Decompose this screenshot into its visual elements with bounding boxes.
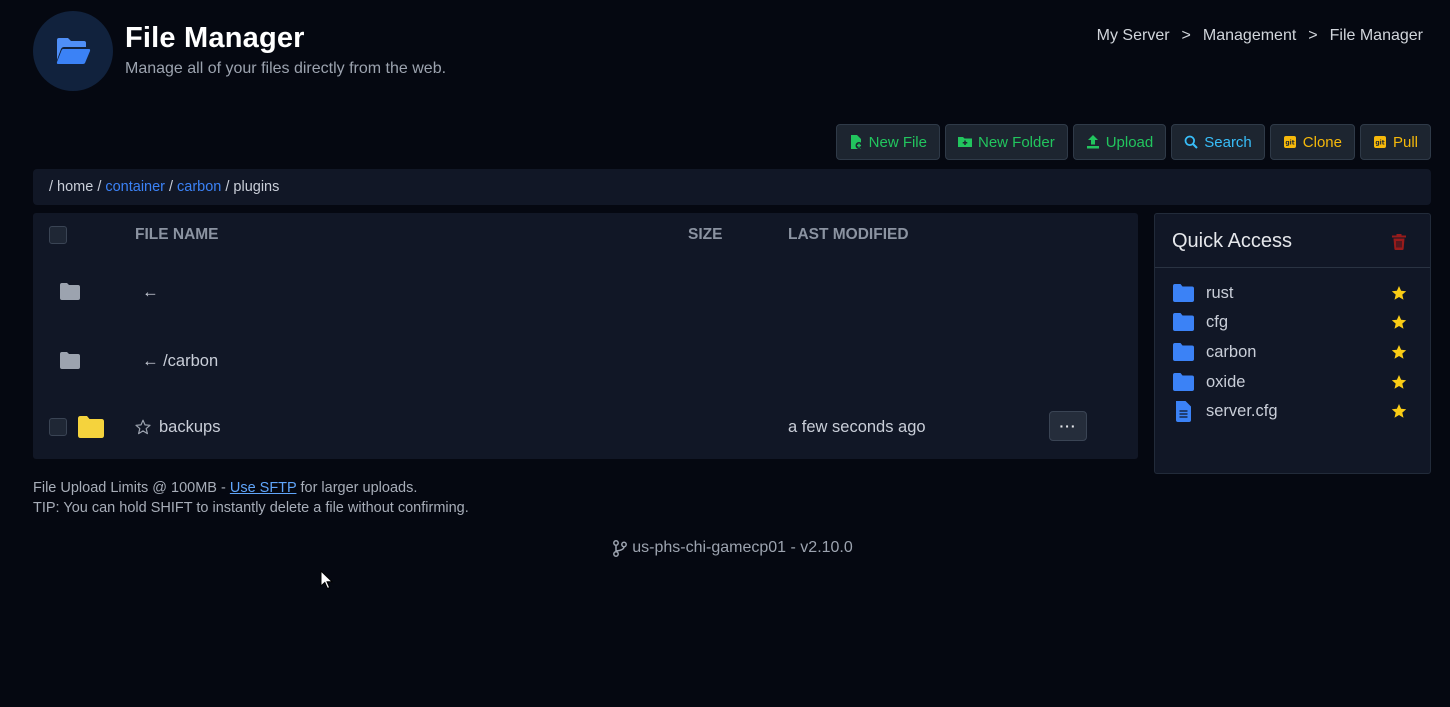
quick-access-item-oxide[interactable]: oxide — [1173, 370, 1413, 394]
folder-open-icon — [56, 38, 91, 64]
page-subtitle: Manage all of your files directly from t… — [125, 60, 447, 77]
path-separator: / — [225, 179, 230, 195]
path-plugins: plugins — [233, 179, 280, 195]
upload-icon — [1086, 135, 1099, 149]
shift-tip: TIP: You can hold SHIFT to instantly del… — [33, 500, 469, 516]
quick-access-item-carbon[interactable]: carbon — [1173, 340, 1413, 364]
header-icon — [33, 11, 113, 91]
new-file-label: New File — [868, 133, 927, 151]
quick-access-label: cfg — [1206, 312, 1229, 331]
star-icon[interactable] — [1391, 285, 1407, 301]
footer: us-phs-chi-gamecp01 - v2.10.0 — [0, 539, 1450, 557]
quick-access-item-cfg[interactable]: cfg — [1173, 310, 1413, 334]
upload-button[interactable]: Upload — [1072, 124, 1167, 160]
table-header: FILE NAME SIZE LAST MODIFIED — [33, 213, 1138, 257]
header-last-modified[interactable]: LAST MODIFIED — [788, 226, 909, 244]
quick-access-label: carbon — [1206, 342, 1257, 361]
git-icon: git — [1373, 136, 1386, 148]
path-separator: / — [169, 179, 174, 195]
header-file-name[interactable]: FILE NAME — [135, 226, 219, 244]
breadcrumb-file-manager: File Manager — [1329, 27, 1423, 44]
quick-access-item-rust[interactable]: rust — [1173, 281, 1413, 305]
code-branch-icon — [613, 539, 628, 557]
path-root: / — [49, 179, 54, 195]
upload-notes: File Upload Limits @ 100MB - Use SFTP fo… — [33, 478, 469, 518]
table-row-backups[interactable]: backups a few seconds ago ··· — [33, 394, 1138, 460]
file-icon — [1176, 400, 1191, 422]
page-title: File Manager — [125, 22, 305, 54]
upload-limit-suffix: for larger uploads. — [296, 480, 418, 496]
folder-icon — [78, 416, 104, 438]
clone-button[interactable]: git Clone — [1269, 124, 1355, 160]
upload-label: Upload — [1105, 133, 1154, 151]
trash-icon[interactable] — [1392, 234, 1406, 250]
path-container-link[interactable]: container — [105, 179, 165, 195]
star-outline-icon[interactable] — [135, 419, 151, 435]
folder-icon — [1173, 313, 1194, 331]
star-icon[interactable] — [1391, 344, 1407, 360]
svg-text:git: git — [1285, 140, 1294, 147]
clone-label: Clone — [1302, 133, 1342, 151]
file-plus-icon — [850, 135, 863, 149]
svg-text:git: git — [1375, 140, 1384, 147]
breadcrumb: My Server > Management > File Manager — [1097, 27, 1423, 45]
quick-access-label: oxide — [1206, 372, 1246, 391]
quick-access-item-server-cfg[interactable]: server.cfg — [1173, 399, 1413, 423]
path-separator: / — [97, 179, 102, 195]
row-checkbox[interactable] — [49, 418, 67, 436]
breadcrumb-my-server[interactable]: My Server — [1097, 27, 1170, 45]
search-icon — [1184, 135, 1198, 149]
star-icon[interactable] — [1391, 403, 1407, 419]
path-carbon-link[interactable]: carbon — [177, 179, 221, 195]
folder-plus-icon — [958, 137, 972, 147]
header-size[interactable]: SIZE — [688, 226, 722, 244]
table-row-parent-carbon[interactable]: ← /carbon — [33, 328, 1138, 394]
breadcrumb-separator: > — [1181, 27, 1191, 44]
breadcrumb-management[interactable]: Management — [1203, 27, 1296, 45]
new-folder-label: New Folder — [978, 133, 1055, 151]
toolbar: New File New Folder Upload Search git Cl… — [835, 124, 1431, 160]
folder-icon — [60, 352, 80, 369]
mouse-cursor-icon — [320, 570, 333, 590]
new-file-button[interactable]: New File — [835, 124, 940, 160]
star-icon[interactable] — [1391, 314, 1407, 330]
upload-limit-note: File Upload Limits @ 100MB - Use SFTP fo… — [33, 478, 469, 498]
divider — [1155, 267, 1430, 268]
more-icon: ··· — [1059, 418, 1077, 434]
path-breadcrumb: / home / container / carbon / plugins — [33, 169, 1431, 205]
table-row-parent[interactable]: ← — [33, 259, 1138, 325]
folder-icon — [1173, 284, 1194, 302]
sftp-link[interactable]: Use SFTP — [230, 480, 297, 496]
path-home: home — [57, 179, 94, 195]
quick-access-panel: Quick Access rust cfg carbon oxide serve… — [1154, 213, 1431, 474]
breadcrumb-separator: > — [1308, 27, 1318, 44]
folder-icon — [60, 283, 80, 300]
select-all-checkbox[interactable] — [49, 226, 67, 244]
pull-button[interactable]: git Pull — [1359, 124, 1431, 160]
folder-icon — [1173, 343, 1194, 361]
file-table: FILE NAME SIZE LAST MODIFIED ← ← /carbon… — [33, 213, 1138, 459]
row-modified: a few seconds ago — [788, 418, 926, 436]
row-name: ← /carbon — [142, 352, 219, 370]
folder-icon — [1173, 373, 1194, 391]
search-label: Search — [1204, 133, 1252, 151]
row-name[interactable]: backups — [159, 418, 220, 437]
new-folder-button[interactable]: New Folder — [945, 124, 1068, 160]
node-version: us-phs-chi-gamecp01 - v2.10.0 — [632, 539, 853, 556]
upload-limit-text: File Upload Limits @ 100MB - — [33, 480, 230, 496]
star-icon[interactable] — [1391, 374, 1407, 390]
row-name: ← — [142, 283, 159, 301]
pull-label: Pull — [1392, 133, 1418, 151]
quick-access-label: server.cfg — [1206, 401, 1278, 420]
git-icon: git — [1283, 136, 1296, 148]
search-button[interactable]: Search — [1171, 124, 1265, 160]
quick-access-title: Quick Access — [1172, 230, 1293, 252]
row-actions-button[interactable]: ··· — [1049, 411, 1087, 441]
quick-access-label: rust — [1206, 283, 1234, 302]
